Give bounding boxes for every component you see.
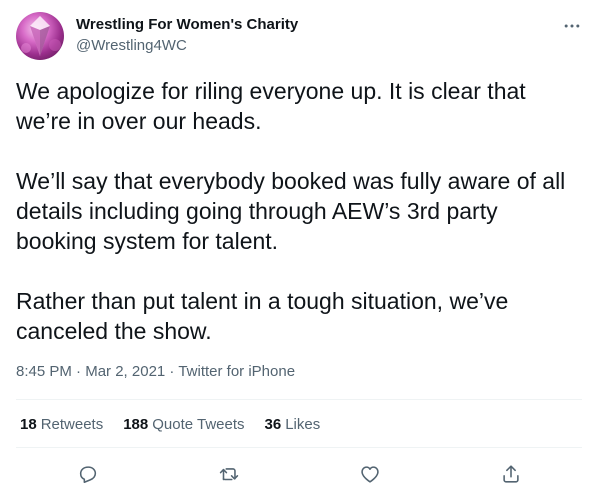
meta-separator: · xyxy=(165,363,179,380)
tweet-meta: 8:45 PM · Mar 2, 2021 · Twitter for iPho… xyxy=(16,363,295,380)
more-icon xyxy=(564,24,580,28)
retweets-stat[interactable]: 18 Retweets xyxy=(20,416,103,433)
author-handle[interactable]: @Wrestling4WC xyxy=(76,37,187,54)
tweet-actions xyxy=(0,458,598,490)
likes-label: Likes xyxy=(285,416,321,433)
tweet-stats: 18 Retweets 188 Quote Tweets 36 Likes xyxy=(20,416,320,433)
avatar-image xyxy=(21,16,61,56)
retweets-label: Retweets xyxy=(40,416,104,433)
share-icon xyxy=(503,465,519,483)
likes-stat[interactable]: 36 Likes xyxy=(265,416,321,433)
like-icon xyxy=(361,466,379,483)
divider xyxy=(16,399,582,400)
meta-separator: · xyxy=(71,363,86,380)
retweet-button[interactable] xyxy=(215,460,243,488)
author-display-name[interactable]: Wrestling For Women's Charity xyxy=(76,16,298,33)
retweets-count: 18 xyxy=(20,416,37,433)
like-button[interactable] xyxy=(356,460,384,488)
tweet-paragraph: Rather than put talent in a tough situat… xyxy=(16,288,509,344)
divider xyxy=(16,447,582,448)
reply-button[interactable] xyxy=(74,460,102,488)
tweet-date-link[interactable]: Mar 2, 2021 xyxy=(85,363,165,380)
reply-icon xyxy=(79,466,97,484)
likes-count: 36 xyxy=(264,416,282,433)
tweet-text: We apologize for riling everyone up. It … xyxy=(16,76,576,346)
share-button[interactable] xyxy=(497,460,525,488)
quote-tweets-count: 188 xyxy=(123,416,149,433)
retweet-icon xyxy=(219,468,239,481)
tweet-source-link[interactable]: Twitter for iPhone xyxy=(178,363,295,380)
more-options-button[interactable] xyxy=(560,14,584,38)
tweet-time-link[interactable]: 8:45 PM xyxy=(16,363,72,380)
avatar[interactable] xyxy=(16,12,64,60)
tweet-paragraph: We apologize for riling everyone up. It … xyxy=(16,78,526,134)
quote-tweets-label: Quote Tweets xyxy=(152,416,245,433)
tweet-paragraph: We’ll say that everybody booked was full… xyxy=(16,168,566,254)
quote-tweets-stat[interactable]: 188 Quote Tweets xyxy=(123,416,244,433)
